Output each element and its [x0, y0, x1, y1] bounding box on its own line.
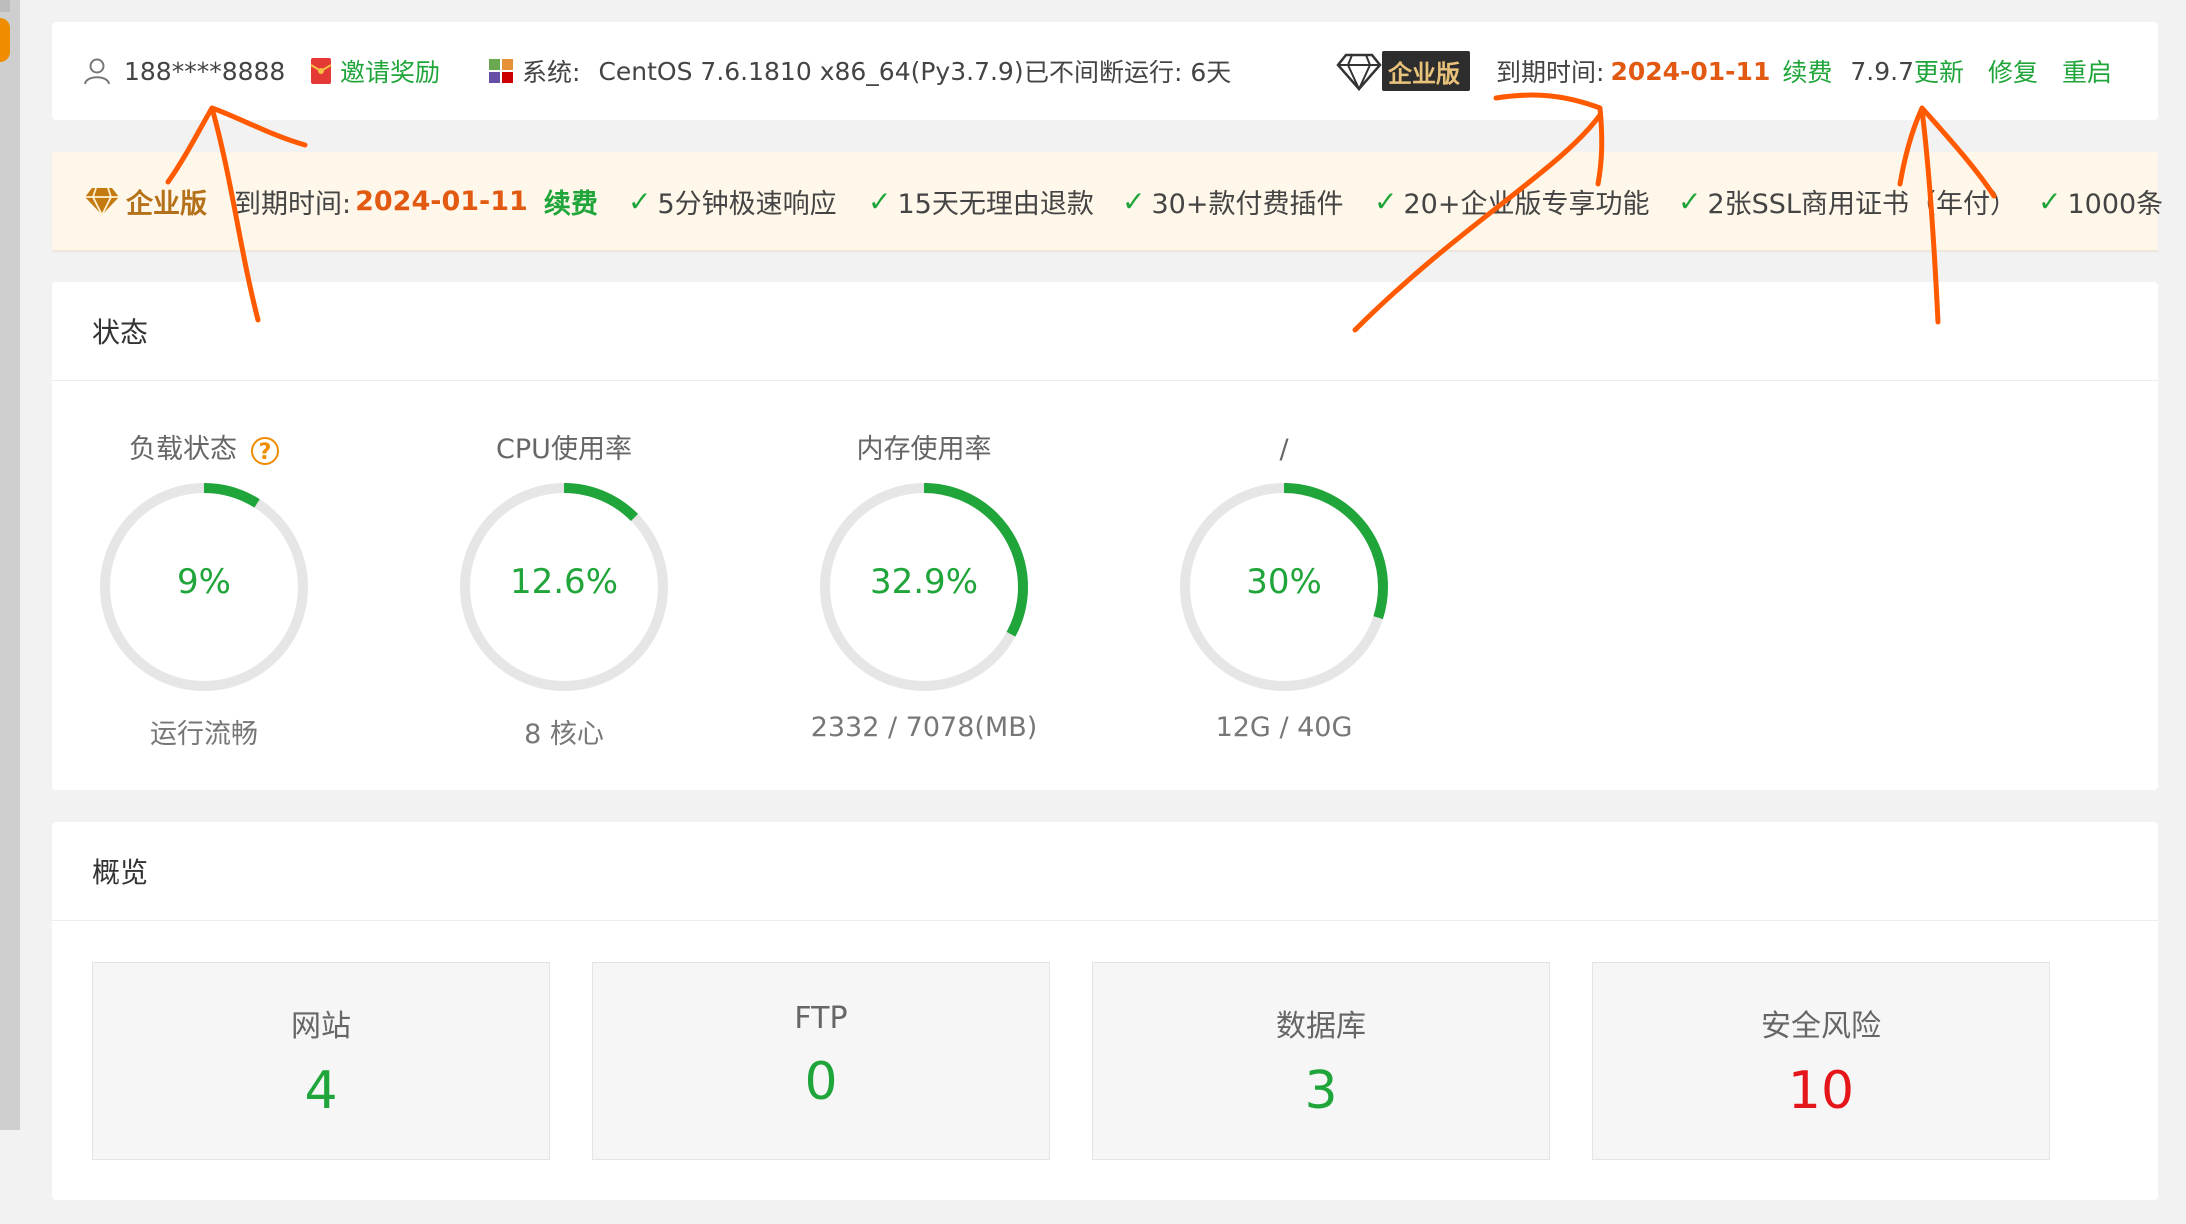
expire-date: 2024-01-11	[1610, 56, 1771, 86]
crown-diamond-icon	[85, 187, 119, 216]
benefit-item: ✓ 2张SSL商用证书（年付）	[1678, 152, 2017, 250]
promo-edition: 企业版	[84, 152, 207, 250]
os-icon	[489, 59, 513, 83]
overview-panel: 概览 网站 4 FTP 0 数据库 3 安全风险 10	[52, 822, 2158, 1200]
benefit-text: 30+款付费插件	[1151, 188, 1344, 220]
card-value: 0	[804, 1052, 838, 1112]
edition-badge-label: 企业版	[1382, 51, 1470, 91]
benefit-item: ✓ 30+款付费插件	[1122, 152, 1343, 250]
gauge-label: /	[1279, 434, 1289, 465]
status-panel: 状态 负载状态? 9% 运行流畅 CPU使用率 12.6% 8 核心 内存使用率…	[52, 282, 2158, 790]
check-icon: ✓	[1374, 184, 1398, 218]
overview-card-ftp[interactable]: FTP 0	[592, 962, 1050, 1160]
benefit-text: 1000条	[2067, 188, 2164, 220]
top-info-bar: 188****8888 邀请奖励 系统: CentOS 7.6.1810 x86…	[52, 22, 2158, 120]
user-account[interactable]: 188****8888	[82, 22, 285, 120]
page-scrollbar[interactable]	[0, 0, 20, 1130]
expire-label: 到期时间:	[1496, 58, 1605, 87]
gauge-subtext: 2332 / 7078(MB)	[810, 712, 1038, 743]
promo-expire-label: 到期时间:	[234, 188, 352, 220]
gauge-ring: 12.6%	[457, 480, 671, 694]
system-label: 系统:	[522, 58, 581, 87]
scroll-up-arrow[interactable]	[0, 0, 10, 12]
card-title: 安全风险	[1761, 1009, 1881, 1044]
username: 188****8888	[124, 56, 286, 86]
overview-panel-title: 概览	[52, 822, 2158, 921]
promo-edition-label: 企业版	[126, 188, 207, 220]
check-icon: ✓	[868, 184, 892, 218]
benefit-item: ✓ 5分钟极速响应	[628, 152, 837, 250]
side-feedback-tab[interactable]	[0, 18, 10, 62]
enterprise-promo-banner: 企业版 到期时间: 2024-01-11 续费 ✓ 5分钟极速响应 ✓ 15天无理由…	[52, 152, 2163, 251]
benefit-text: 20+企业版专享功能	[1403, 188, 1650, 220]
card-value: 4	[304, 1061, 338, 1121]
overview-card-databases[interactable]: 数据库 3	[1092, 962, 1550, 1160]
gauge-subtext: 12G / 40G	[1215, 712, 1353, 743]
gauge-value: 30%	[1246, 562, 1322, 602]
gauge-ring: 30%	[1177, 480, 1391, 694]
memory-gauge[interactable]: 内存使用率 32.9% 2332 / 7078(MB)	[804, 430, 1044, 743]
gauge-value: 12.6%	[509, 562, 618, 602]
diamond-icon	[1336, 53, 1382, 91]
load-gauge[interactable]: 负载状态? 9% 运行流畅	[84, 430, 324, 751]
benefit-text: 5分钟极速响应	[657, 188, 837, 220]
disk-gauge[interactable]: / 30% 12G / 40G	[1164, 430, 1404, 743]
promo-expire: 到期时间: 2024-01-11 续费	[234, 152, 598, 250]
renew-link[interactable]: 续费	[1782, 53, 1832, 89]
invite-reward-link[interactable]: 邀请奖励	[310, 22, 440, 120]
uptime-text: 已不间断运行: 6天	[1024, 58, 1232, 87]
status-panel-title: 状态	[52, 282, 2158, 381]
gauge-value: 9%	[177, 562, 231, 602]
help-icon[interactable]: ?	[251, 436, 279, 465]
card-title: 网站	[291, 1009, 351, 1044]
update-link[interactable]: 更新	[1914, 22, 1964, 120]
gauge-value: 32.9%	[869, 562, 978, 602]
system-info: 系统: CentOS 7.6.1810 x86_64(Py3.7.9)	[488, 22, 1024, 120]
overview-card-sites[interactable]: 网站 4	[92, 962, 550, 1160]
restart-link[interactable]: 重启	[2062, 22, 2112, 120]
invite-reward-label: 邀请奖励	[340, 58, 441, 87]
check-icon: ✓	[1678, 184, 1702, 218]
gauge-ring: 9%	[97, 480, 311, 694]
gauge-subtext: 运行流畅	[150, 719, 258, 750]
edition-badge[interactable]: 企业版	[1336, 22, 1470, 120]
promo-expire-date: 2024-01-11	[355, 185, 528, 217]
gauge-label: CPU使用率	[496, 434, 632, 465]
card-title: 数据库	[1276, 1009, 1366, 1044]
card-title: FTP	[794, 1001, 848, 1036]
benefit-text: 2张SSL商用证书（年付）	[1707, 188, 2017, 220]
card-value: 10	[1787, 1061, 1855, 1121]
gauge-label: 负载状态?	[84, 430, 324, 470]
promo-renew-link[interactable]: 续费	[544, 182, 598, 221]
repair-link[interactable]: 修复	[1988, 22, 2038, 120]
gauge-subtext: 8 核心	[524, 719, 604, 750]
red-envelope-icon	[310, 58, 332, 84]
benefit-item: ✓ 15天无理由退款	[868, 152, 1094, 250]
panel-version: 7.9.7	[1850, 56, 1914, 86]
check-icon: ✓	[2038, 184, 2062, 218]
gauge-ring: 32.9%	[817, 480, 1031, 694]
check-icon: ✓	[1122, 184, 1146, 218]
benefit-item: ✓ 1000条	[2038, 152, 2163, 250]
gauge-label: 内存使用率	[856, 434, 992, 465]
expire-info: 到期时间: 2024-01-11 续费 7.9.7	[1496, 22, 1914, 120]
benefit-item: ✓ 20+企业版专享功能	[1374, 152, 1649, 250]
user-icon	[84, 58, 110, 85]
check-icon: ✓	[628, 184, 652, 218]
benefit-text: 15天无理由退款	[897, 188, 1094, 220]
overview-card-security-risk[interactable]: 安全风险 10	[1592, 962, 2050, 1160]
system-value: CentOS 7.6.1810 x86_64(Py3.7.9)	[598, 56, 1024, 86]
card-value: 3	[1304, 1061, 1338, 1121]
cpu-gauge[interactable]: CPU使用率 12.6% 8 核心	[444, 430, 684, 751]
